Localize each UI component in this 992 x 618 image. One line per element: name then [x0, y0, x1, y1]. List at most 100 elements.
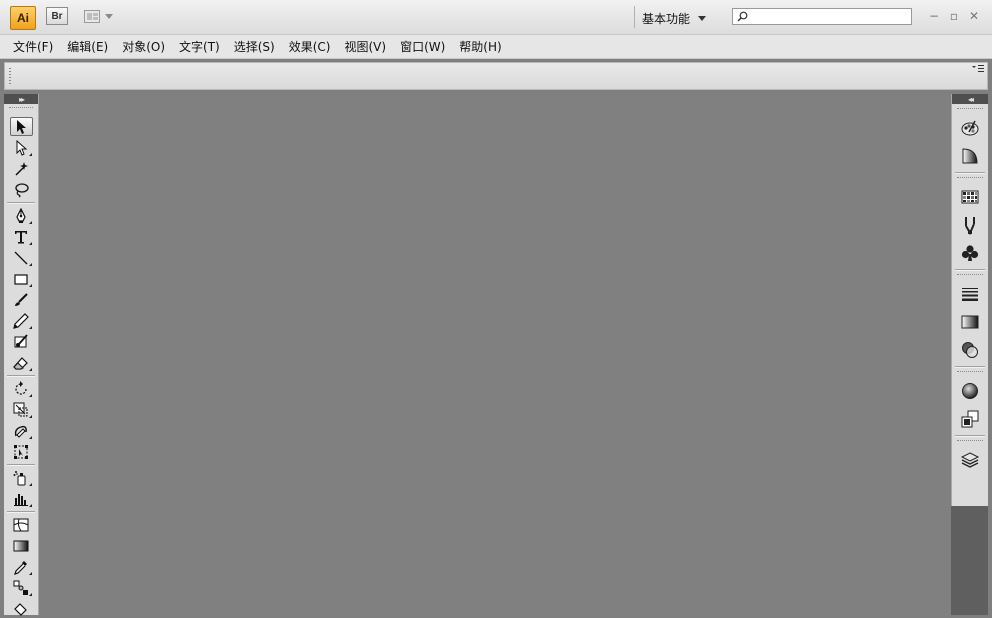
panel-menu-icon[interactable]: [972, 65, 984, 75]
eyedropper-tool[interactable]: [10, 557, 33, 576]
panel-grip[interactable]: [957, 177, 983, 182]
panel-grip[interactable]: [957, 274, 983, 279]
line-segment-icon: [14, 251, 28, 264]
illustrator-logo: Ai: [10, 6, 36, 30]
color-panel-button[interactable]: [957, 116, 983, 140]
stroke-lines-icon: [962, 288, 978, 301]
selection-tool[interactable]: [9, 117, 33, 136]
paintbrush-tool[interactable]: [10, 290, 33, 309]
expand-panel-icon[interactable]: ▸▸: [4, 94, 38, 104]
collapse-dock-icon[interactable]: ◂◂: [952, 94, 988, 104]
blob-brush-tool[interactable]: [10, 332, 33, 351]
transparency-panel-button[interactable]: [957, 338, 983, 362]
brushes-icon: [965, 217, 975, 235]
drag-grip-icon[interactable]: [9, 68, 11, 84]
mesh-tool[interactable]: [10, 515, 33, 534]
symbol-sprayer-icon: [13, 470, 26, 485]
column-graph-icon: [14, 493, 28, 506]
divider: [7, 202, 35, 203]
divider: [7, 511, 35, 512]
chevron-down-icon: [698, 15, 707, 21]
stroke-panel-button[interactable]: [957, 282, 983, 306]
search-icon: [737, 11, 748, 22]
restore-button[interactable]: ▫: [946, 8, 962, 24]
divider: [955, 366, 985, 367]
pen-tool[interactable]: [10, 206, 33, 225]
menu-view[interactable]: 视图(V): [337, 38, 393, 55]
type-tool[interactable]: [10, 227, 33, 246]
close-button[interactable]: ✕: [966, 8, 982, 24]
gradient-swatch-icon: [961, 315, 979, 329]
divider: [955, 269, 985, 270]
panel-grip[interactable]: [957, 108, 983, 113]
line-segment-tool[interactable]: [10, 248, 33, 267]
chevron-down-icon: [105, 13, 113, 19]
mesh-icon: [13, 518, 29, 531]
pencil-tool[interactable]: [10, 311, 33, 330]
rectangle-tool[interactable]: [10, 269, 33, 288]
divider: [955, 435, 985, 436]
divider: [7, 375, 35, 376]
search-input[interactable]: [732, 8, 912, 25]
symbol-sprayer-tool[interactable]: [10, 468, 33, 487]
arrange-documents-button[interactable]: [84, 8, 118, 24]
direct-selection-tool[interactable]: [10, 138, 33, 157]
panel-grip[interactable]: [957, 440, 983, 445]
graphic-styles-icon: [961, 410, 979, 428]
workspace-switcher[interactable]: 基本功能: [642, 9, 707, 27]
workspace-label: 基本功能: [642, 11, 691, 26]
pencil-icon: [13, 312, 29, 329]
panel-grip[interactable]: [957, 371, 983, 376]
gradient-icon: [13, 540, 29, 551]
gradient-panel-button[interactable]: [957, 310, 983, 334]
menu-bar: 文件(F) 编辑(E) 对象(O) 文字(T) 选择(S) 效果(C) 视图(V…: [0, 35, 992, 59]
arrange-documents-icon: [84, 9, 100, 23]
gradient-tool[interactable]: [10, 536, 33, 555]
rotate-tool[interactable]: [10, 379, 33, 398]
free-transform-tool[interactable]: [10, 442, 33, 461]
magic-wand-tool[interactable]: [10, 159, 33, 178]
appearance-panel-button[interactable]: [957, 379, 983, 403]
artboard-workspace[interactable]: [40, 94, 951, 615]
color-palette-icon: [961, 120, 979, 136]
eraser-tool[interactable]: [10, 353, 33, 372]
bridge-button[interactable]: Br: [46, 7, 68, 25]
direct-selection-icon: [16, 139, 28, 156]
warp-tool[interactable]: [10, 421, 33, 440]
live-paint-bucket-tool[interactable]: [10, 599, 33, 618]
panel-dock: ◂◂: [951, 94, 988, 615]
column-graph-tool[interactable]: [10, 489, 33, 508]
graphic-styles-panel-button[interactable]: [957, 407, 983, 431]
warp-icon: [14, 425, 27, 438]
blob-brush-icon: [14, 333, 28, 347]
menu-file[interactable]: 文件(F): [6, 38, 60, 55]
rectangle-icon: [14, 273, 28, 285]
menu-select[interactable]: 选择(S): [227, 38, 282, 55]
lasso-tool[interactable]: [10, 180, 33, 199]
title-bar: Ai Br 基本功能 − ▫ ✕: [0, 0, 992, 35]
menu-edit[interactable]: 编辑(E): [60, 38, 115, 55]
panel-grip[interactable]: [9, 107, 33, 115]
layers-stack-icon: [960, 452, 980, 468]
scale-icon: [13, 402, 28, 416]
menu-effect[interactable]: 效果(C): [282, 38, 338, 55]
lasso-icon: [15, 182, 29, 198]
transparency-circles-icon: [962, 342, 978, 358]
blend-tool[interactable]: [10, 578, 33, 597]
minimize-button[interactable]: −: [926, 8, 942, 24]
menu-object[interactable]: 对象(O): [115, 38, 172, 55]
scale-tool[interactable]: [10, 400, 33, 419]
brushes-panel-button[interactable]: [957, 213, 983, 237]
menu-help[interactable]: 帮助(H): [452, 38, 508, 55]
menu-window[interactable]: 窗口(W): [393, 38, 452, 55]
club-symbol-icon: [961, 245, 979, 261]
paintbrush-icon: [15, 292, 28, 306]
menu-type[interactable]: 文字(T): [172, 38, 227, 55]
rotate-icon: [15, 380, 27, 395]
control-panel: [4, 62, 988, 90]
color-guide-panel-button[interactable]: [957, 144, 983, 168]
symbols-panel-button[interactable]: [957, 241, 983, 265]
swatches-panel-button[interactable]: [957, 185, 983, 209]
blend-icon: [13, 580, 28, 595]
layers-panel-button[interactable]: [957, 448, 983, 472]
